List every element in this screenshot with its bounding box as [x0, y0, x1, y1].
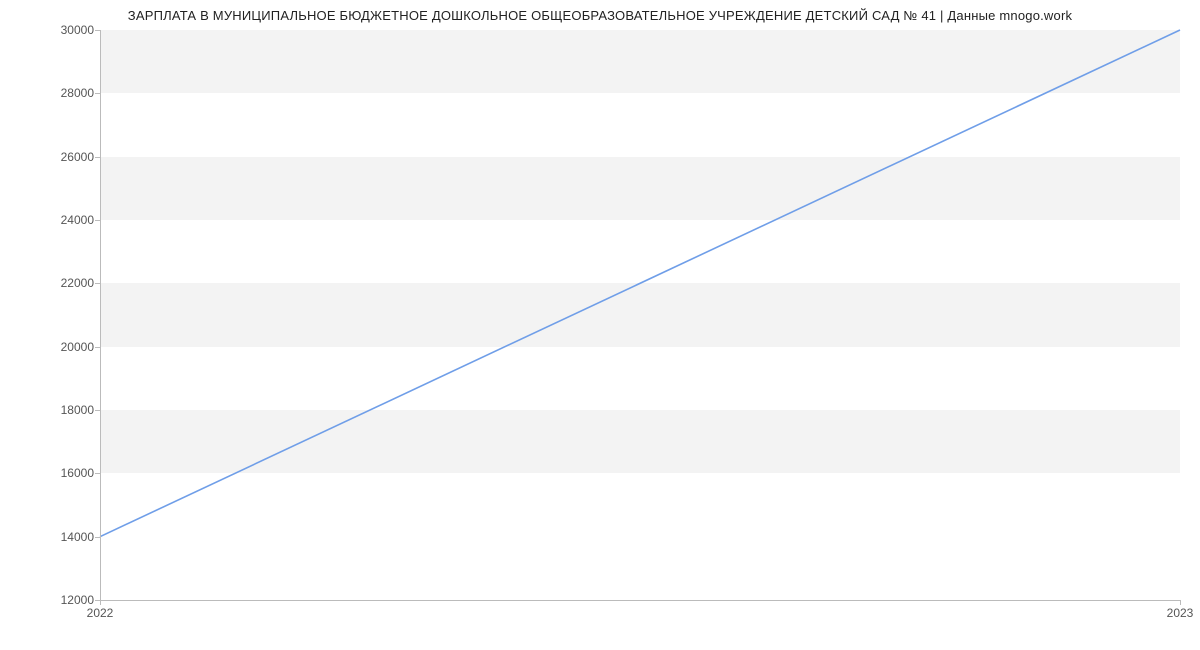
y-tick-label: 24000 [44, 213, 94, 227]
y-tick-label: 14000 [44, 530, 94, 544]
line-series [100, 30, 1180, 600]
x-axis-line [100, 600, 1180, 601]
y-tick-label: 20000 [44, 340, 94, 354]
y-tick-label: 16000 [44, 466, 94, 480]
x-tick-mark [1180, 600, 1181, 605]
y-tick-label: 26000 [44, 150, 94, 164]
x-tick-label: 2022 [87, 606, 114, 620]
y-tick-label: 22000 [44, 276, 94, 290]
line-chart: ЗАРПЛАТА В МУНИЦИПАЛЬНОЕ БЮДЖЕТНОЕ ДОШКО… [0, 0, 1200, 650]
y-tick-label: 28000 [44, 86, 94, 100]
x-tick-label: 2023 [1167, 606, 1194, 620]
plot-area: 1200014000160001800020000220002400026000… [100, 30, 1180, 600]
y-tick-label: 12000 [44, 593, 94, 607]
y-tick-label: 30000 [44, 23, 94, 37]
y-tick-label: 18000 [44, 403, 94, 417]
y-axis-line [100, 30, 101, 600]
chart-title: ЗАРПЛАТА В МУНИЦИПАЛЬНОЕ БЮДЖЕТНОЕ ДОШКО… [0, 8, 1200, 23]
